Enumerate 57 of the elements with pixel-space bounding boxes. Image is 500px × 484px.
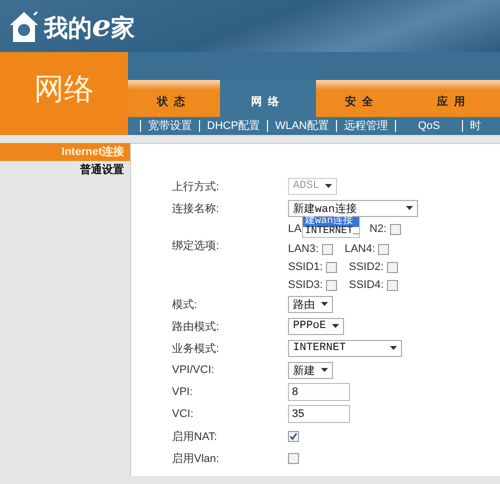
- nav-tab[interactable]: 状态: [128, 80, 220, 117]
- field-label: 路由模式:: [172, 320, 220, 334]
- checkbox[interactable]: [326, 280, 337, 290]
- option-label: SSID3:: [288, 279, 323, 291]
- section-title: 网络: [0, 52, 128, 135]
- field-label: 启用NAT:: [172, 430, 218, 444]
- subnav-link[interactable]: WLAN配置: [267, 120, 336, 132]
- sidebar-item[interactable]: 普通设置: [0, 161, 130, 179]
- checkbox[interactable]: [390, 224, 401, 234]
- option-label: LA: [288, 223, 302, 235]
- checkbox[interactable]: [378, 244, 390, 254]
- option-label: LAN3:: [288, 243, 319, 255]
- dropdown-select[interactable]: 新建: [288, 362, 333, 378]
- caret-icon: [332, 324, 340, 328]
- caret-icon: [406, 206, 413, 210]
- field-label: 模式:: [172, 298, 198, 312]
- input-field[interactable]: 35: [288, 405, 350, 423]
- dropdown-select[interactable]: 新建wan连接: [288, 200, 418, 216]
- subnav-link[interactable]: 时: [462, 120, 488, 132]
- caret-icon: [325, 184, 332, 188]
- field-label: 启用Vlan:: [172, 452, 220, 466]
- subnav-link[interactable]: 宽带设置: [140, 120, 199, 132]
- subnav-link[interactable]: DHCP配置: [199, 120, 268, 132]
- option-label: LAN4:: [344, 243, 376, 255]
- caret-icon: [390, 346, 397, 350]
- checkbox[interactable]: [322, 244, 333, 254]
- field-label: VPI:: [172, 386, 194, 398]
- dropdown-option[interactable]: INTERNET_: [303, 226, 359, 236]
- option-label: SSID2:: [348, 261, 384, 273]
- checkbox[interactable]: [326, 262, 337, 272]
- input-field[interactable]: 8: [288, 383, 350, 401]
- house-logo-icon: [8, 9, 40, 43]
- nav-tab[interactable]: 应用: [408, 80, 500, 117]
- field-label: 连接名称:: [172, 202, 220, 216]
- dropdown-select[interactable]: PPPoE: [288, 318, 344, 334]
- field-label: 上行方式:: [172, 180, 220, 194]
- option-label: N2:: [369, 223, 387, 235]
- field-label: VCI:: [172, 408, 194, 420]
- dropdown-select[interactable]: 路由: [288, 296, 333, 312]
- dropdown-option[interactable]: 建wan连接: [303, 216, 359, 226]
- dropdown-select[interactable]: INTERNET: [288, 340, 402, 356]
- caret-icon: [321, 302, 328, 306]
- subnav-link[interactable]: QoS: [394, 120, 462, 132]
- caret-icon: [321, 368, 328, 372]
- nav-tab[interactable]: 安全: [316, 80, 408, 117]
- checkbox[interactable]: [288, 430, 299, 442]
- checkbox[interactable]: [386, 280, 398, 290]
- logo-text: 我的e家: [44, 8, 136, 44]
- option-label: SSID4:: [348, 279, 384, 291]
- field-label: 绑定选项:: [172, 238, 220, 253]
- subnav-link[interactable]: 远程管理: [336, 120, 395, 132]
- nav-tab[interactable]: 网络: [220, 80, 316, 117]
- field-label: VPI/VCI:: [172, 364, 216, 376]
- field-label: 业务模式:: [172, 342, 220, 356]
- checkbox[interactable]: [288, 452, 299, 464]
- option-label: SSID1:: [288, 261, 323, 273]
- checkbox[interactable]: [386, 262, 398, 272]
